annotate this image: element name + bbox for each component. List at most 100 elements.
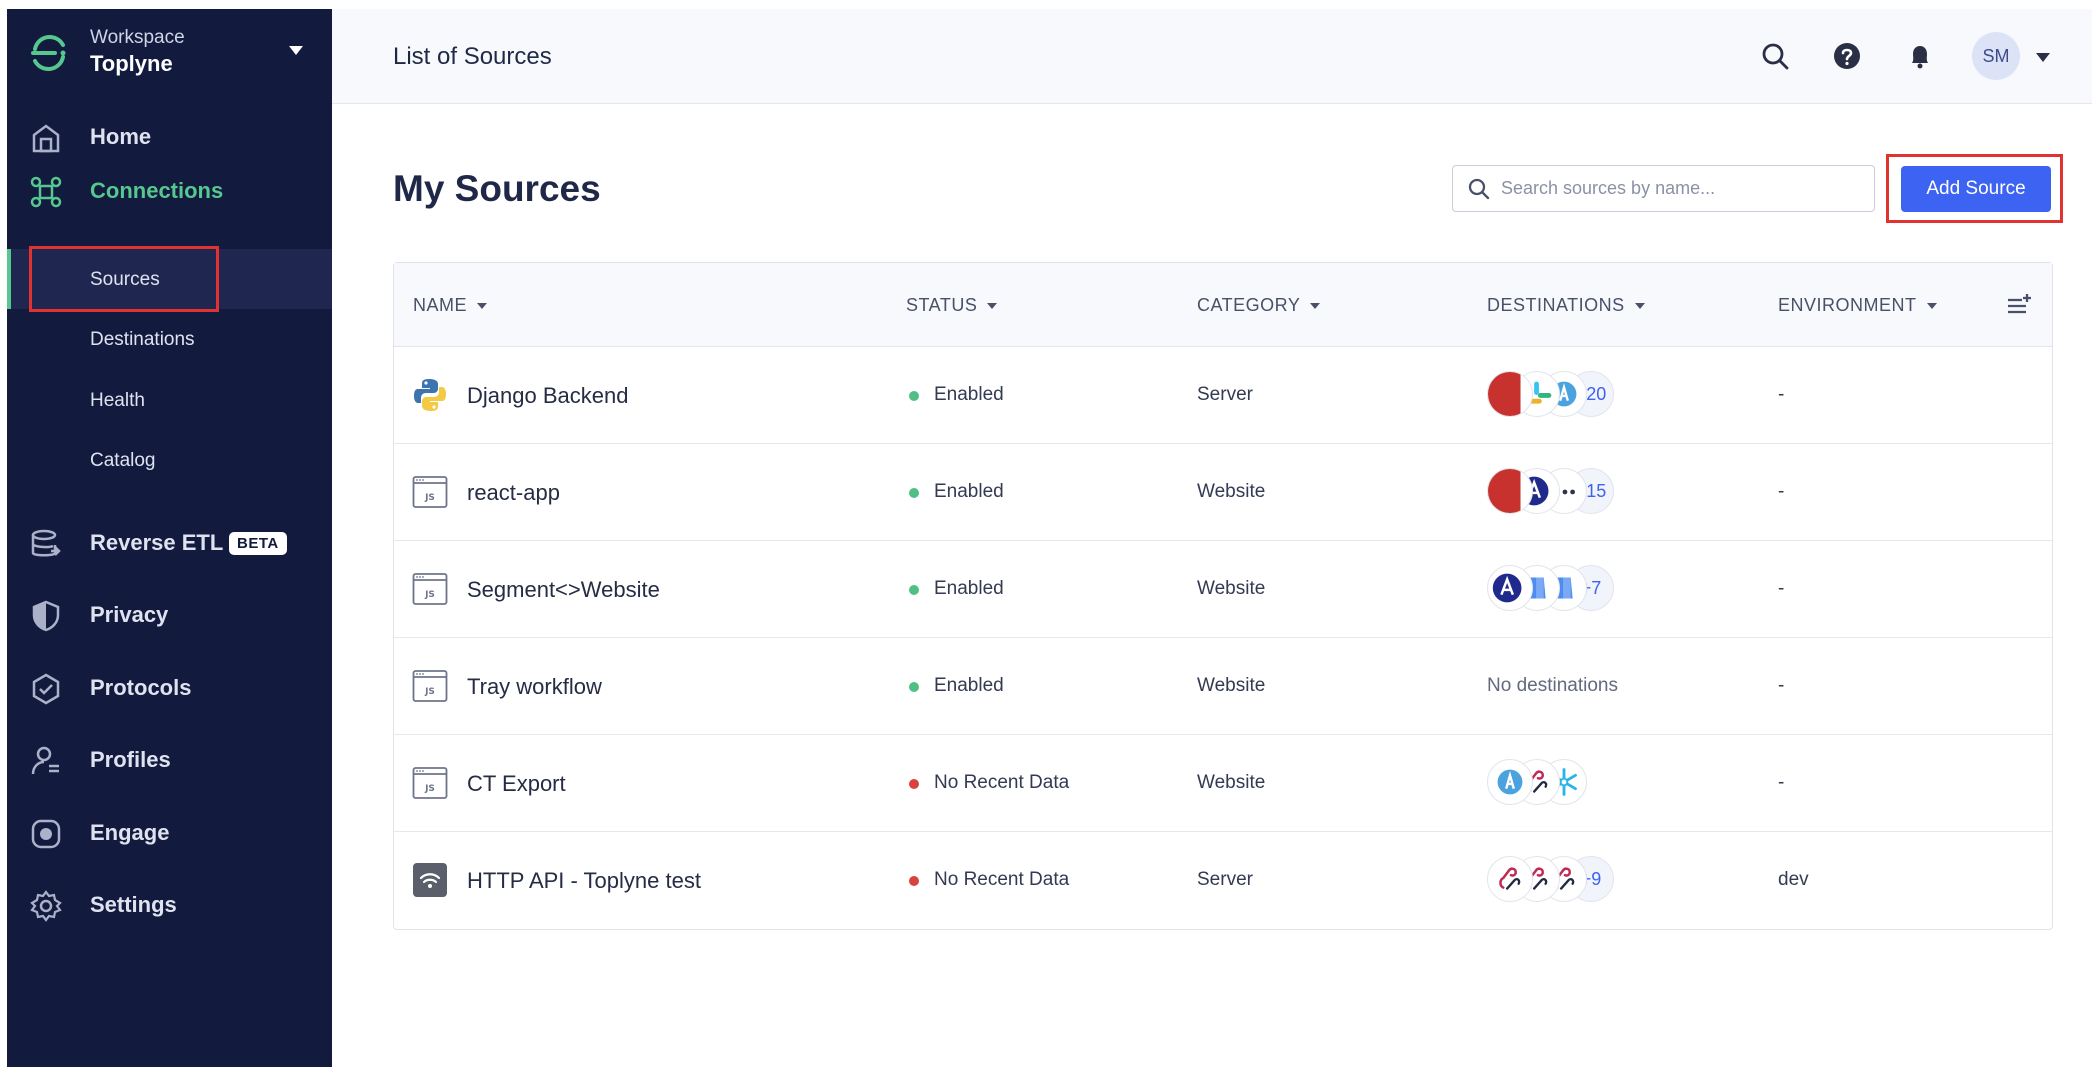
column-header-name[interactable]: NAME [413,295,488,316]
sidebar-item-health-label: Health [90,390,145,411]
chevron-down-icon [289,46,303,55]
status-text: Enabled [934,578,1004,599]
redshift-icon [1487,468,1533,514]
environment-text: - [1778,675,1785,696]
column-header-destinations-label: DESTINATIONS [1487,295,1625,315]
svg-text:JS: JS [424,590,435,600]
nav-engage[interactable]: Engage [7,803,332,863]
search-box[interactable] [1452,165,1875,212]
source-name-link[interactable]: HTTP API - Toplyne test [467,868,701,894]
nav-settings[interactable]: Settings [7,875,332,935]
nav-protocols[interactable]: Protocols [7,658,332,718]
environment-text: - [1778,481,1785,502]
table-header: NAME STATUS CATEGORY DESTINATIONS ENVIRO… [394,263,2052,347]
environment-text: - [1778,384,1785,405]
sidebar-item-health[interactable]: Health [7,370,332,430]
top-bar: List of Sources SM [332,9,2092,104]
category-text: Website [1197,481,1266,502]
source-name-link[interactable]: Django Backend [467,383,628,409]
beta-badge: BETA [229,532,287,555]
nav-connections-label: Connections [90,178,224,203]
javascript-icon: JS [412,765,448,801]
table-row[interactable]: JS react-app Enabled Website +15- [394,444,2052,541]
sources-highlight-box [29,246,219,312]
chevron-down-icon[interactable] [2036,53,2050,62]
environment-text: - [1778,578,1785,599]
http-api-icon [412,862,448,898]
python-icon [412,377,448,413]
status-text: No Recent Data [934,869,1070,890]
javascript-icon: JS [412,668,448,704]
status-text: No Recent Data [934,772,1070,793]
sort-caret-icon [987,303,998,310]
category-text: Server [1197,869,1253,890]
source-name-link[interactable]: CT Export [467,771,566,797]
nav-settings-label: Settings [90,892,177,917]
app-root: Workspace Toplyne Home Connections Sourc… [0,0,2092,1072]
column-header-status[interactable]: STATUS [906,295,998,316]
column-header-environment[interactable]: ENVIRONMENT [1778,295,1937,316]
nav-reverse-etl[interactable]: Reverse ETL BETA [7,513,332,573]
nav-profiles[interactable]: Profiles [7,730,332,790]
column-header-destinations[interactable]: DESTINATIONS [1487,295,1645,316]
table-row[interactable]: JS Segment<>Website Enabled Website +7- [394,541,2052,638]
status-text: Enabled [934,481,1004,502]
sort-caret-icon [1310,303,1321,310]
environment-text: - [1778,772,1785,793]
sidebar-item-catalog-label: Catalog [90,450,156,471]
table-row[interactable]: JS Tray workflow Enabled Website No destinat… [394,638,2052,735]
category-text: Website [1197,772,1266,793]
category-text: Website [1197,675,1266,696]
status-text: Enabled [934,384,1004,405]
status-dot [909,779,919,789]
sources-table: NAME STATUS CATEGORY DESTINATIONS ENVIRO… [393,262,2053,930]
nav-connections[interactable]: Connections [7,161,332,221]
segment-logo-icon [31,34,66,72]
environment-text: dev [1778,869,1809,890]
avatar[interactable]: SM [1972,32,2020,80]
javascript-icon: JS [412,474,448,510]
column-settings-icon[interactable] [2006,293,2032,317]
javascript-icon: JS [412,571,448,607]
profiles-icon [31,746,59,775]
status-dot [909,876,919,886]
status-dot [909,488,919,498]
search-icon[interactable] [1760,41,1790,71]
engage-icon [31,819,61,849]
nav-privacy[interactable]: Privacy [7,585,332,645]
source-name-link[interactable]: Segment<>Website [467,577,660,603]
search-input[interactable] [1501,166,1861,210]
help-icon[interactable] [1832,41,1862,71]
no-destinations-text: No destinations [1487,675,1618,696]
page-heading: List of Sources [393,43,552,70]
table-row[interactable]: HTTP API - Toplyne test No Recent Data Ser… [394,832,2052,929]
sort-caret-icon [477,303,488,310]
svg-text:JS: JS [424,493,435,503]
add-source-button[interactable]: Add Source [1901,166,2051,212]
sidebar: Workspace Toplyne Home Connections Sourc… [7,9,332,1067]
workspace-name: Toplyne [90,51,173,76]
page-title: My Sources [393,168,601,209]
sidebar-item-catalog[interactable]: Catalog [7,430,332,490]
source-name-link[interactable]: react-app [467,480,560,506]
hook-icon [1487,856,1533,902]
bell-icon[interactable] [1905,41,1935,71]
table-row[interactable]: Django Backend Enabled Server +20- [394,347,2052,444]
sort-caret-icon [1926,303,1937,310]
workspace-switcher[interactable]: Workspace Toplyne [7,9,332,99]
protocols-icon [32,673,60,705]
nav-privacy-label: Privacy [90,602,169,627]
status-text: Enabled [934,675,1004,696]
nav-engage-label: Engage [90,820,170,845]
nav-protocols-label: Protocols [90,675,192,700]
table-row[interactable]: JS CT Export No Recent Data Website - [394,735,2052,832]
shield-icon [32,600,60,632]
column-header-status-label: STATUS [906,295,978,315]
gear-icon [30,890,62,922]
connections-icon [30,176,62,208]
column-header-category[interactable]: CATEGORY [1197,295,1321,316]
source-name-link[interactable]: Tray workflow [467,674,602,700]
nav-home[interactable]: Home [7,107,332,167]
sidebar-item-destinations[interactable]: Destinations [7,309,332,369]
workspace-kicker: Workspace [90,27,185,48]
